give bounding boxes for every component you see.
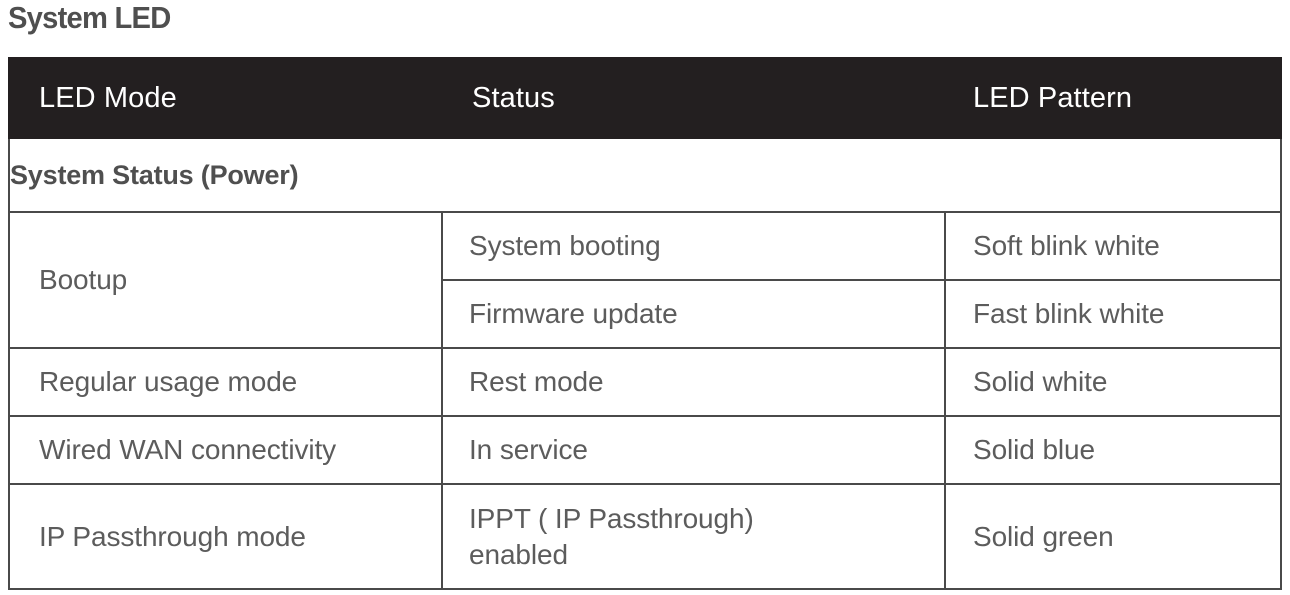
table-body: System Status (Power) Bootup System boot… (8, 137, 1282, 590)
cell-status-system-booting: System booting (441, 211, 946, 281)
section-heading-system-status-power: System Status (Power) (8, 137, 1282, 213)
table-row: Regular usage mode Rest mode Solid white (8, 347, 1282, 417)
cell-led-mode-regular-usage: Regular usage mode (8, 347, 443, 417)
page-title: System LED (8, 0, 171, 35)
cell-status-rest-mode: Rest mode (441, 347, 946, 417)
cell-status-ippt-enabled-line1: IPPT ( IP Passthrough) (469, 502, 754, 534)
table-row: Wired WAN connectivity In service Solid … (8, 415, 1282, 485)
table-section-heading-row: System Status (Power) (8, 137, 1282, 213)
column-header-led-pattern: LED Pattern (944, 57, 1282, 139)
table-header-row: LED Mode Status LED Pattern (8, 57, 1282, 139)
column-header-status: Status (441, 57, 946, 139)
cell-led-mode-ip-passthrough: IP Passthrough mode (8, 483, 443, 590)
cell-status-firmware-update: Firmware update (441, 279, 946, 349)
column-header-led-mode: LED Mode (8, 57, 443, 139)
led-spec-page: System LED LED Mode Status LED Pattern S… (0, 0, 1290, 595)
cell-status-ippt-enabled: IPPT ( IP Passthrough) enabled (441, 483, 946, 590)
cell-status-ippt-enabled-line2: enabled (469, 538, 568, 570)
cell-pattern-solid-green: Solid green (944, 483, 1282, 590)
cell-pattern-solid-white: Solid white (944, 347, 1282, 417)
table-row: IP Passthrough mode IPPT ( IP Passthroug… (8, 483, 1282, 590)
cell-status-in-service: In service (441, 415, 946, 485)
cell-led-mode-wired-wan-connectivity: Wired WAN connectivity (8, 415, 443, 485)
cell-led-mode-bootup: Bootup (8, 211, 443, 349)
table-header: LED Mode Status LED Pattern (8, 57, 1282, 139)
cell-pattern-soft-blink-white: Soft blink white (944, 211, 1282, 281)
system-led-table: LED Mode Status LED Pattern System Statu… (8, 57, 1282, 590)
table-row: Bootup System booting Soft blink white (8, 211, 1282, 349)
cell-pattern-solid-blue: Solid blue (944, 415, 1282, 485)
cell-pattern-fast-blink-white: Fast blink white (944, 279, 1282, 349)
